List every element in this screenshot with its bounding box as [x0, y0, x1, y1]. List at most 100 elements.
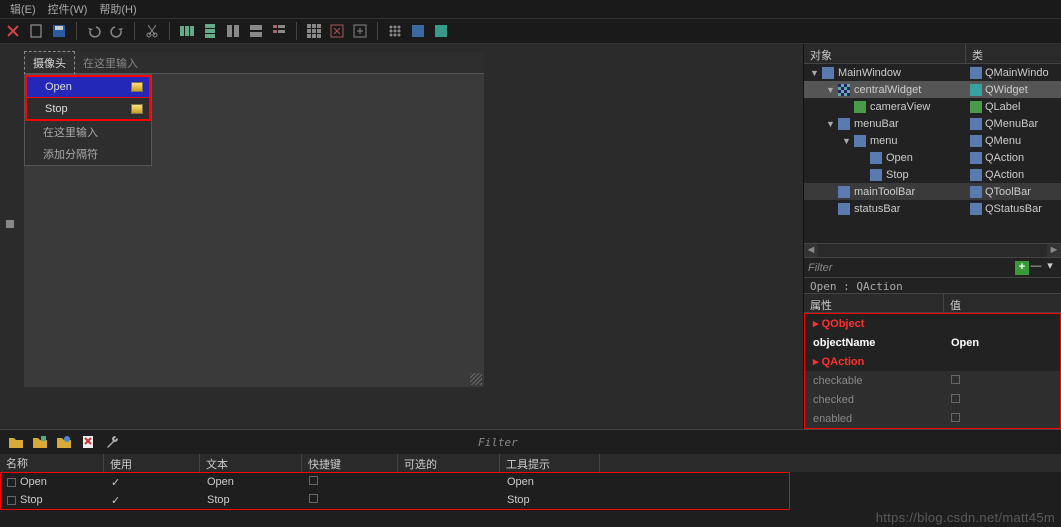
dropdown-item-stop[interactable]: Stop	[26, 98, 150, 120]
save-icon[interactable]	[51, 23, 67, 39]
menu-help[interactable]: 帮助(H)	[99, 1, 136, 17]
object-icon	[838, 203, 850, 215]
filter-label[interactable]: Filter	[808, 262, 832, 274]
new-action-icon	[131, 104, 143, 114]
folder3-icon[interactable]	[56, 434, 72, 450]
selection-label: Open : QAction	[804, 277, 1061, 293]
preview-menubar[interactable]: 摄像头 在这里输入	[24, 52, 484, 74]
resize-handle[interactable]	[6, 220, 14, 228]
object-icon	[838, 84, 850, 96]
layout-h3-icon[interactable]	[179, 23, 195, 39]
object-tree-header: 对象 类	[804, 44, 1061, 64]
class-icon	[970, 101, 982, 113]
undo-icon[interactable]	[86, 23, 102, 39]
resize-grip-icon[interactable]	[470, 373, 482, 385]
col-used[interactable]: 使用	[104, 454, 200, 472]
delete-icon[interactable]	[80, 434, 96, 450]
class-icon	[970, 118, 982, 130]
tree-row[interactable]: ▼centralWidgetQWidget	[804, 81, 1061, 98]
col-name[interactable]: 名称	[0, 454, 104, 472]
col-shortcut[interactable]: 快捷键	[302, 454, 398, 472]
header-class[interactable]: 类	[966, 44, 989, 63]
tree-row[interactable]: OpenQAction	[804, 149, 1061, 166]
tree-row[interactable]: ▼menuQMenu	[804, 132, 1061, 149]
design-canvas[interactable]: 摄像头 在这里输入 Open Stop 在这里输入 添加分隔符	[0, 44, 803, 429]
property-row[interactable]: ▸ QAction	[805, 352, 1060, 371]
wrench-icon[interactable]	[104, 434, 120, 450]
action-table-header: 名称 使用 文本 快捷键 可选的 工具提示	[0, 454, 1061, 472]
dropdown-add-separator[interactable]: 添加分隔符	[25, 143, 151, 165]
tree-row[interactable]: ▼menuBarQMenuBar	[804, 115, 1061, 132]
action-toolbar: Filter	[0, 430, 1061, 454]
tree-row[interactable]: mainToolBarQToolBar	[804, 183, 1061, 200]
property-row[interactable]: checkable	[805, 371, 1060, 390]
adjust-size-icon[interactable]	[352, 23, 368, 39]
property-row[interactable]: checked	[805, 390, 1060, 409]
scroll-left-icon[interactable]: ◄	[804, 244, 818, 258]
form-preview[interactable]: 摄像头 在这里输入 Open Stop 在这里输入 添加分隔符	[24, 52, 484, 387]
tree-row[interactable]: ▼MainWindowQMainWindo	[804, 64, 1061, 81]
folder2-icon[interactable]	[32, 434, 48, 450]
property-table[interactable]: ▸ QObject objectNameOpen▸ QAction checka…	[804, 313, 1061, 429]
header-value[interactable]: 值	[944, 294, 967, 312]
tree-row[interactable]: StopQAction	[804, 166, 1061, 183]
col-checkable[interactable]: 可选的	[398, 454, 500, 472]
close-icon[interactable]	[5, 23, 21, 39]
action-row[interactable]: Open✓OpenOpen	[1, 473, 789, 491]
expand-icon[interactable]: ▾	[1043, 261, 1057, 275]
property-row[interactable]: objectNameOpen	[805, 333, 1060, 352]
object-icon	[854, 135, 866, 147]
dropdown-item-open[interactable]: Open	[26, 76, 150, 98]
layout-v3-icon[interactable]	[202, 23, 218, 39]
class-icon	[970, 135, 982, 147]
layout-form-icon[interactable]	[271, 23, 287, 39]
layout-break-icon[interactable]	[329, 23, 345, 39]
preview2-icon[interactable]	[433, 23, 449, 39]
class-icon	[970, 203, 982, 215]
cut-icon[interactable]	[144, 23, 160, 39]
class-icon	[970, 67, 982, 79]
layout-hsplit-icon[interactable]	[225, 23, 241, 39]
dropdown-label: Open	[45, 81, 72, 93]
col-text[interactable]: 文本	[200, 454, 302, 472]
scrollbar-horizontal[interactable]: ◄ ►	[804, 243, 1061, 257]
object-icon	[854, 101, 866, 113]
class-icon	[970, 152, 982, 164]
object-icon	[870, 152, 882, 164]
preview-menu-camera[interactable]: 摄像头	[24, 51, 75, 75]
menu-widgets[interactable]: 控件(W)	[48, 1, 88, 17]
property-row[interactable]: ▸ QObject	[805, 314, 1060, 333]
remove-icon[interactable]: —	[1029, 261, 1043, 275]
header-property[interactable]: 属性	[804, 294, 944, 312]
object-icon	[870, 169, 882, 181]
app-menubar[interactable]: 辑(E) 控件(W) 帮助(H)	[0, 0, 1061, 18]
main-toolbar	[0, 18, 1061, 44]
class-icon	[970, 186, 982, 198]
layout-grid-icon[interactable]	[306, 23, 322, 39]
separator	[169, 22, 170, 40]
preview-menu-placeholder[interactable]: 在这里输入	[75, 52, 146, 74]
new-folder-icon[interactable]	[8, 434, 24, 450]
separator	[296, 22, 297, 40]
action-table[interactable]: Open✓OpenOpenStop✓StopStop	[0, 472, 790, 510]
scroll-right-icon[interactable]: ►	[1047, 244, 1061, 258]
file-icon[interactable]	[28, 23, 44, 39]
redo-icon[interactable]	[109, 23, 125, 39]
dropdown-placeholder-input[interactable]: 在这里输入	[25, 121, 151, 143]
preview-dropdown: Open Stop 在这里输入 添加分隔符	[24, 74, 152, 166]
add-icon[interactable]: +	[1015, 261, 1029, 275]
header-object[interactable]: 对象	[804, 44, 966, 63]
tree-row[interactable]: statusBarQStatusBar	[804, 200, 1061, 217]
dots-icon[interactable]	[387, 23, 403, 39]
object-icon	[822, 67, 834, 79]
col-tooltip[interactable]: 工具提示	[500, 454, 600, 472]
action-filter-label[interactable]: Filter	[478, 436, 518, 449]
object-tree[interactable]: ▼MainWindowQMainWindo▼centralWidgetQWidg…	[804, 64, 1061, 217]
action-row[interactable]: Stop✓StopStop	[1, 491, 789, 509]
menu-edit[interactable]: 辑(E)	[10, 1, 36, 17]
layout-vsplit-icon[interactable]	[248, 23, 264, 39]
class-icon	[970, 84, 982, 96]
property-row[interactable]: enabled	[805, 409, 1060, 428]
preview1-icon[interactable]	[410, 23, 426, 39]
tree-row[interactable]: cameraViewQLabel	[804, 98, 1061, 115]
